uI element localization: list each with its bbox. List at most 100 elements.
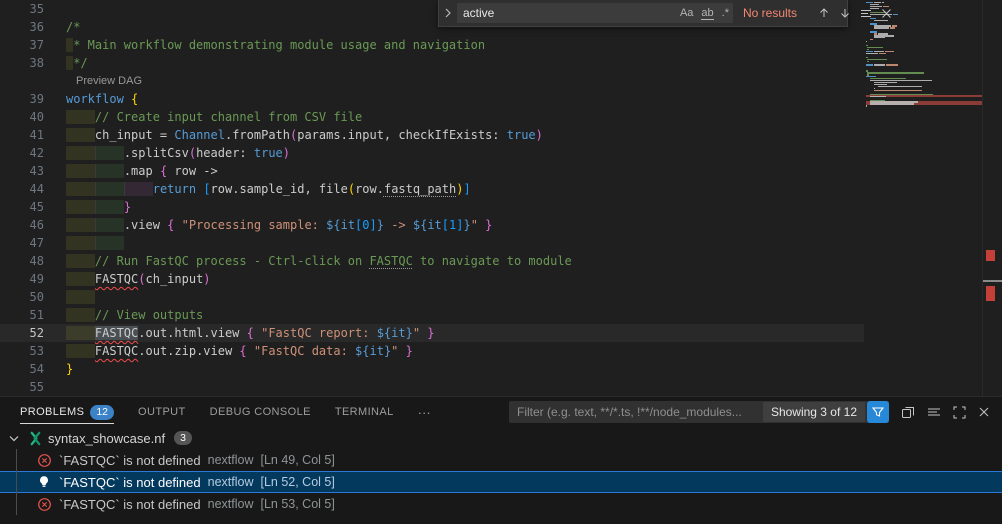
line-number: 50 [0, 288, 62, 306]
next-match-icon[interactable] [839, 7, 851, 19]
line-number: 45 [0, 198, 62, 216]
code-token: FASTQC [369, 254, 412, 268]
editor-pane[interactable]: 3536/*37 * Main workflow demonstrating m… [0, 0, 1002, 396]
line-content[interactable]: return [row.sample_id, file(row.fastq_pa… [62, 180, 471, 198]
line-content[interactable]: // View outputs [62, 306, 203, 324]
find-widget: active Aa ab .* No results [438, 0, 848, 27]
indent-guide [66, 236, 95, 250]
code-line-54[interactable]: 54} [0, 360, 864, 378]
code-line-47[interactable]: 47 [0, 234, 864, 252]
minimap-line [885, 51, 894, 52]
code-line-40[interactable]: 40 // Create input channel from CSV file [0, 108, 864, 126]
minimap-line [866, 64, 873, 65]
line-content[interactable]: // Run FastQC process - Ctrl-click on FA… [62, 252, 572, 270]
code-line-37[interactable]: 37 * Main workflow demonstrating module … [0, 36, 864, 54]
line-content[interactable]: ch_input = Channel.fromPath(params.input… [62, 126, 543, 144]
chevron-down-icon[interactable] [6, 430, 22, 446]
code-line-49[interactable]: 49 FASTQC(ch_input) [0, 270, 864, 288]
line-content[interactable]: * Main workflow demonstrating module usa… [62, 36, 485, 54]
code-token: ${it [326, 218, 355, 232]
line-number: 54 [0, 360, 62, 378]
line-content[interactable]: FASTQC.out.html.view { "FastQC report: $… [62, 324, 435, 342]
minimap-line [866, 41, 867, 42]
code-line-42[interactable]: 42 .splitCsv(header: true) [0, 144, 864, 162]
tab-debug-console[interactable]: DEBUG CONSOLE [210, 397, 311, 427]
code-line-52[interactable]: 52 FASTQC.out.html.view { "FastQC report… [0, 324, 864, 342]
code-area[interactable]: 3536/*37 * Main workflow demonstrating m… [0, 0, 864, 396]
tab-terminal[interactable]: TERMINAL [335, 397, 394, 427]
match-case-icon[interactable]: Aa [680, 7, 693, 19]
line-content[interactable]: FASTQC.out.zip.view { "FastQC data: ${it… [62, 342, 413, 360]
close-find-icon[interactable] [881, 8, 892, 19]
find-query[interactable]: active [463, 6, 672, 20]
line-content[interactable]: .view { "Processing sample: ${it[0]} -> … [62, 216, 492, 234]
code-token: [ [203, 182, 210, 196]
code-line-39[interactable]: 39workflow { [0, 90, 864, 108]
problems-tree: syntax_showcase.nf 3 `FASTQC` is not def… [0, 427, 1002, 515]
tab-problems[interactable]: PROBLEMS12 [20, 397, 114, 427]
filter-funnel-icon[interactable] [867, 401, 889, 423]
problem-source: nextflow [208, 497, 254, 511]
collapse-all-icon[interactable] [927, 405, 941, 419]
code-token: } [463, 218, 470, 232]
line-content[interactable]: */ [62, 54, 88, 72]
line-content[interactable]: /* [62, 18, 80, 36]
code-line-44[interactable]: 44 return [row.sample_id, file(row.fastq… [0, 180, 864, 198]
problem-row[interactable]: `FASTQC` is not definednextflow[Ln 52, C… [0, 471, 1002, 493]
line-content[interactable]: workflow { [62, 90, 138, 108]
find-in-selection-icon[interactable] [860, 7, 872, 19]
code-line-55[interactable]: 55 [0, 378, 864, 396]
line-content[interactable] [62, 378, 66, 396]
line-number: 39 [0, 90, 62, 108]
code-token: to navigate to module [413, 254, 572, 268]
error-token: FASTQC [95, 344, 138, 358]
find-input[interactable]: active Aa ab .* [457, 3, 733, 23]
problems-file-group[interactable]: syntax_showcase.nf 3 [0, 427, 1002, 449]
codelens-preview-dag[interactable]: Preview DAG [0, 72, 142, 90]
indent-guide [66, 254, 95, 268]
code-line-50[interactable]: 50 [0, 288, 864, 306]
code-line-48[interactable]: 48 // Run FastQC process - Ctrl-click on… [0, 252, 864, 270]
line-content[interactable]: // Create input channel from CSV file [62, 108, 362, 126]
problem-row[interactable]: `FASTQC` is not definednextflow[Ln 49, C… [0, 449, 1002, 471]
close-panel-icon[interactable] [978, 406, 990, 418]
problem-row[interactable]: `FASTQC` is not definednextflow[Ln 53, C… [0, 493, 1002, 515]
problem-message: `FASTQC` is not defined [59, 475, 201, 490]
minimap-line [867, 47, 883, 48]
tab-output[interactable]: OUTPUT [138, 397, 186, 427]
lightbulb-icon[interactable] [36, 474, 52, 490]
code-token: .out.html.view [138, 326, 246, 340]
line-content[interactable]: } [62, 360, 73, 378]
bottom-panel: PROBLEMS12 OUTPUT DEBUG CONSOLE TERMINAL ··… [0, 396, 1002, 524]
minimap[interactable] [866, 0, 982, 396]
view-as-table-icon[interactable] [901, 405, 915, 419]
problems-filter[interactable]: Filter (e.g. text, **/*.ts, !**/node_mod… [509, 401, 889, 423]
line-content[interactable]: FASTQC(ch_input) [62, 270, 211, 288]
code-line-41[interactable]: 41 ch_input = Channel.fromPath(params.in… [0, 126, 864, 144]
maximize-panel-icon[interactable] [953, 406, 966, 419]
toggle-replace-icon[interactable] [439, 8, 457, 18]
previous-match-icon[interactable] [818, 7, 830, 19]
line-content[interactable]: } [62, 198, 131, 216]
problem-message: `FASTQC` is not defined [59, 453, 201, 468]
code-line-38[interactable]: 38 */ [0, 54, 864, 72]
line-content[interactable] [62, 0, 66, 18]
codelens-row[interactable]: Preview DAG [0, 72, 864, 90]
line-content[interactable] [62, 234, 124, 252]
whole-word-icon[interactable]: ab [701, 7, 713, 19]
code-line-51[interactable]: 51 // View outputs [0, 306, 864, 324]
indent-guide [66, 344, 95, 358]
file-problem-count-badge: 3 [174, 431, 192, 445]
code-line-45[interactable]: 45 } [0, 198, 864, 216]
code-line-46[interactable]: 46 .view { "Processing sample: ${it[0]} … [0, 216, 864, 234]
code-line-53[interactable]: 53 FASTQC.out.zip.view { "FastQC data: $… [0, 342, 864, 360]
line-content[interactable]: .splitCsv(header: true) [62, 144, 290, 162]
code-line-43[interactable]: 43 .map { row -> [0, 162, 864, 180]
problem-location: [Ln 53, Col 5] [260, 497, 334, 511]
more-actions-icon[interactable]: ··· [418, 405, 431, 420]
line-content[interactable] [62, 288, 95, 306]
regex-icon[interactable]: .* [722, 7, 729, 19]
code-token: true [254, 146, 283, 160]
line-content[interactable]: .map { row -> [62, 162, 218, 180]
indent-guide [66, 182, 95, 196]
